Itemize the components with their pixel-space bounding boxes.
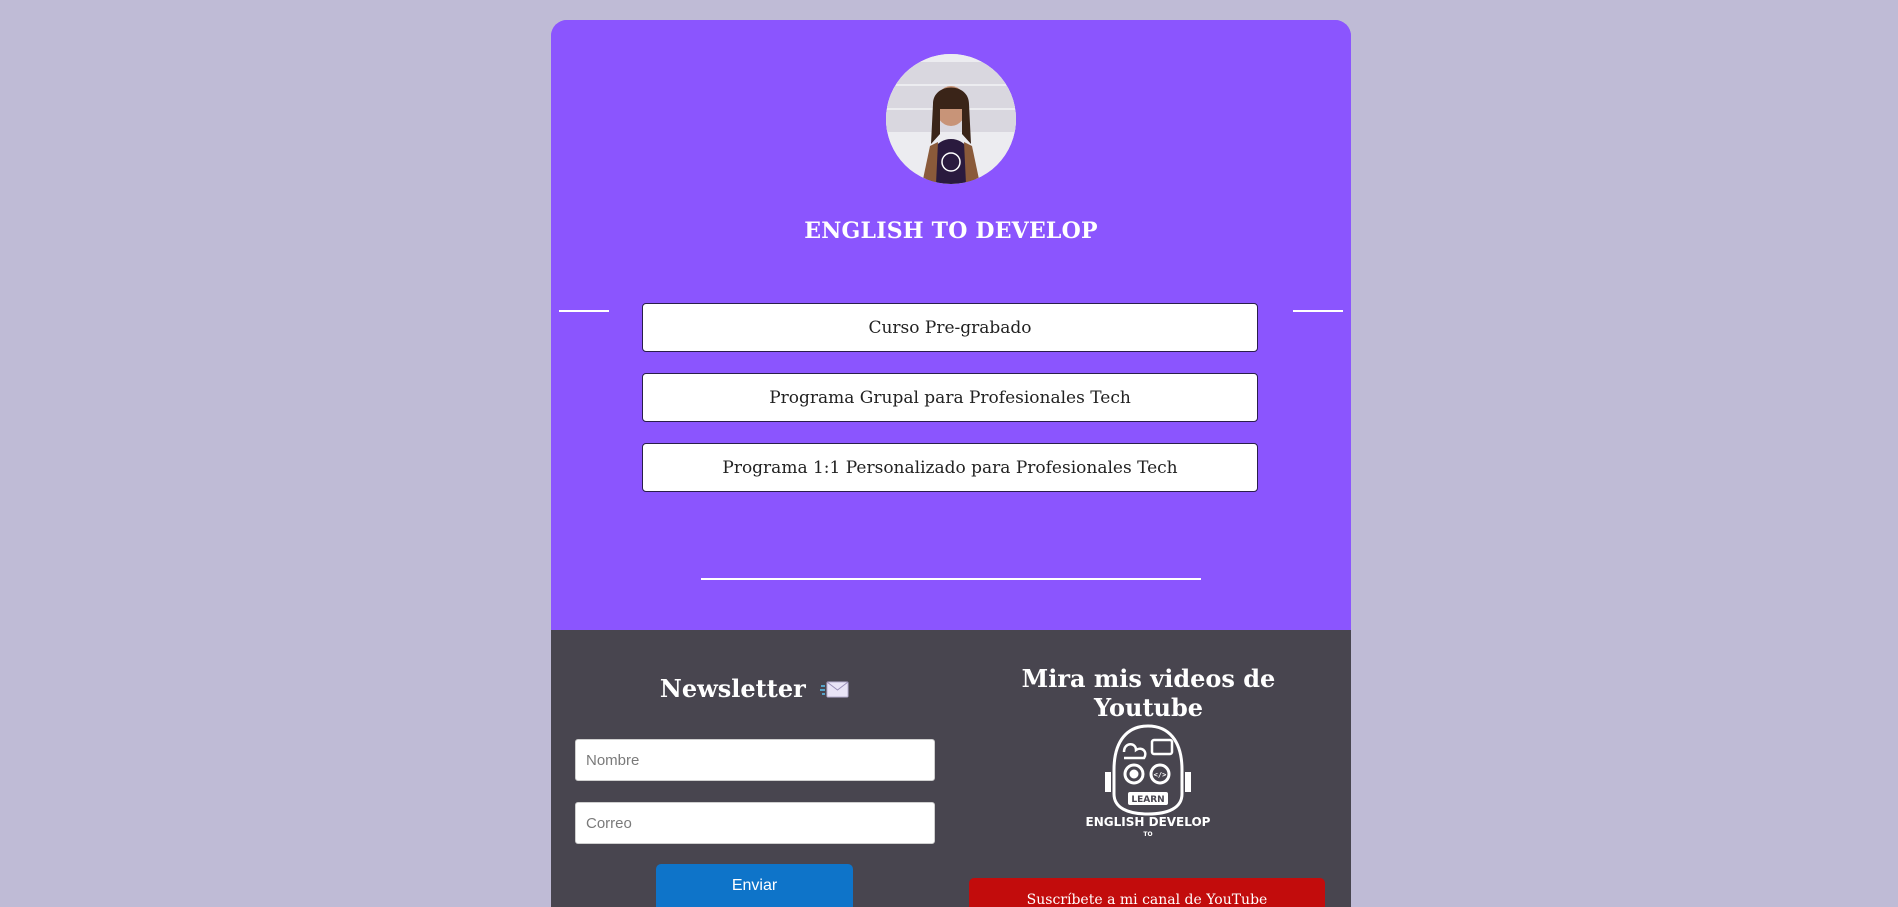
- profile-card: ENGLISH TO DEVELOP Curso Pre-grabado Pro…: [551, 20, 1351, 907]
- brand-title: ENGLISH TO DEVELOP: [804, 218, 1098, 244]
- svg-text:LEARN: LEARN: [1131, 795, 1164, 805]
- send-button[interactable]: Enviar: [656, 864, 853, 907]
- divider-bottom: [701, 578, 1201, 580]
- envelope-icon: [820, 676, 850, 705]
- youtube-subscribe-button[interactable]: Suscríbete a mi canal de YouTube: [969, 878, 1325, 907]
- avatar: [886, 54, 1016, 184]
- newsletter-title: Newsletter: [659, 674, 806, 703]
- link-button-programa-grupal[interactable]: Programa Grupal para Profesionales Tech: [642, 373, 1258, 422]
- svg-text:ENGLISH DEVELOP: ENGLISH DEVELOP: [1086, 815, 1211, 829]
- profile-header-section: ENGLISH TO DEVELOP Curso Pre-grabado Pro…: [551, 20, 1351, 630]
- divider-left: [559, 310, 609, 312]
- youtube-heading: Mira mis videos de Youtube: [1021, 664, 1276, 722]
- link-button-programa-personalizado[interactable]: Programa 1:1 Personalizado para Profesio…: [642, 443, 1258, 492]
- newsletter-heading: Newsletter: [575, 674, 935, 705]
- divider-right: [1293, 310, 1343, 312]
- link-button-curso-pregrabado[interactable]: Curso Pre-grabado: [642, 303, 1258, 352]
- svg-text:TO: TO: [1143, 831, 1152, 838]
- name-input[interactable]: [575, 739, 935, 781]
- footer-section: Newsletter Enviar Mira mis videos de You…: [551, 630, 1351, 907]
- english-to-develop-logo: </> LEARN ENGLISH DEVELOP TO: [1086, 722, 1211, 842]
- svg-text:</>: </>: [1154, 771, 1167, 779]
- profile-photo-icon: [886, 54, 1016, 184]
- email-input[interactable]: [575, 802, 935, 844]
